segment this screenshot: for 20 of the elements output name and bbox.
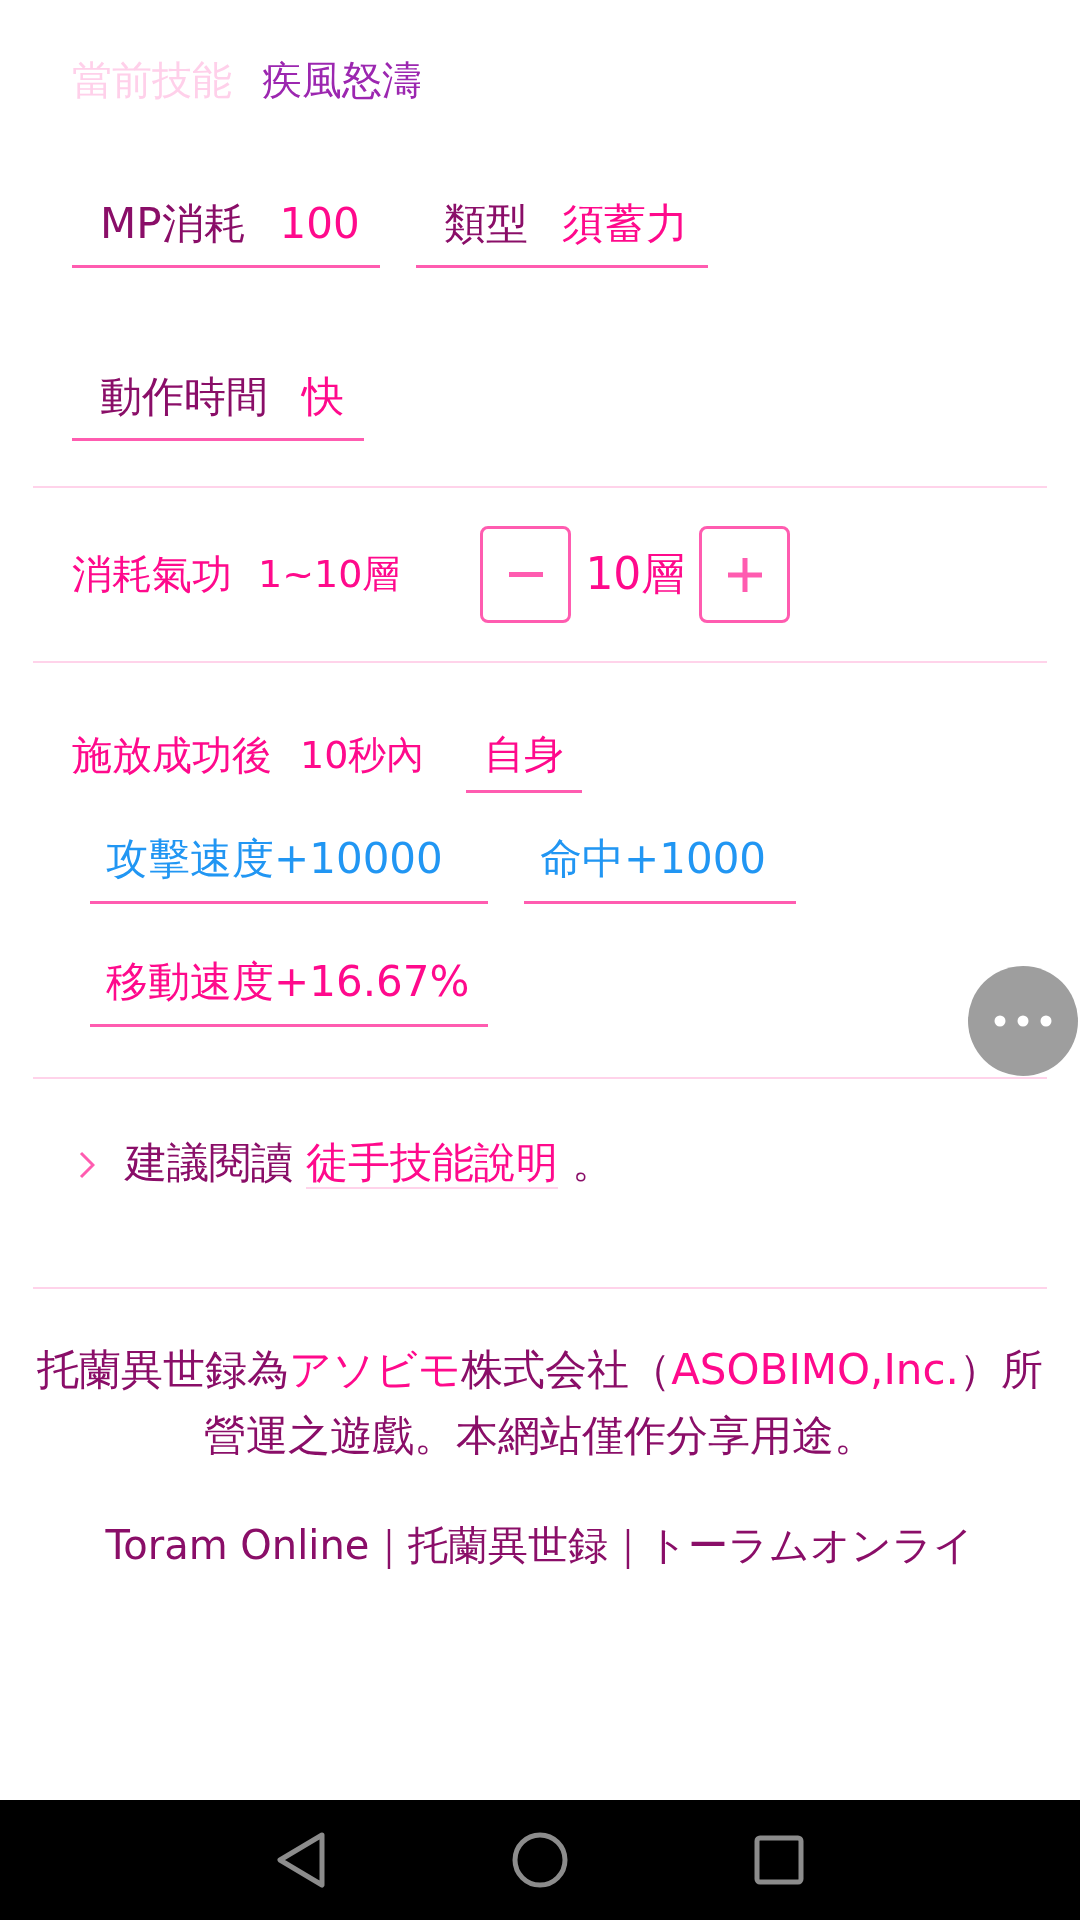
stack-range: 1~10層 <box>258 551 401 598</box>
stat-label: 類型 <box>443 198 528 250</box>
current-skill-name: 疾風怒濤 <box>262 56 422 105</box>
stat-label: 動作時間 <box>100 371 268 423</box>
stat-label: MP消耗 <box>100 198 246 250</box>
stat-value: 快 <box>302 371 344 423</box>
stat-value: 須蓄力 <box>561 198 688 250</box>
buff-field: 命中+1000 <box>524 829 796 904</box>
trigger-label: 施放成功後 <box>72 731 272 780</box>
stack-value: 10層 <box>584 547 687 601</box>
suggestion-text: 建議閱讀 徒手技能說明 。 <box>125 1137 614 1191</box>
buff-field: 攻擊速度+10000 <box>90 829 488 904</box>
stat-value: 100 <box>279 198 360 250</box>
skill-guide-link[interactable]: 徒手技能說明 <box>306 1138 559 1189</box>
buff-field: 移動速度+16.67% <box>90 952 488 1027</box>
duration-text: 10秒內 <box>300 732 425 779</box>
target-field: 自身 <box>466 724 583 793</box>
site-titles: Toram Online｜托蘭異世録｜トーラムオンライ <box>104 1521 976 1571</box>
stack-label: 消耗氣功 <box>72 550 232 599</box>
copyright-notice: 托蘭異世録為アソビモ株式会社（ASOBIMO,Inc.）所營運之遊戲。本網站僅作分享用途。 <box>36 1344 1044 1462</box>
